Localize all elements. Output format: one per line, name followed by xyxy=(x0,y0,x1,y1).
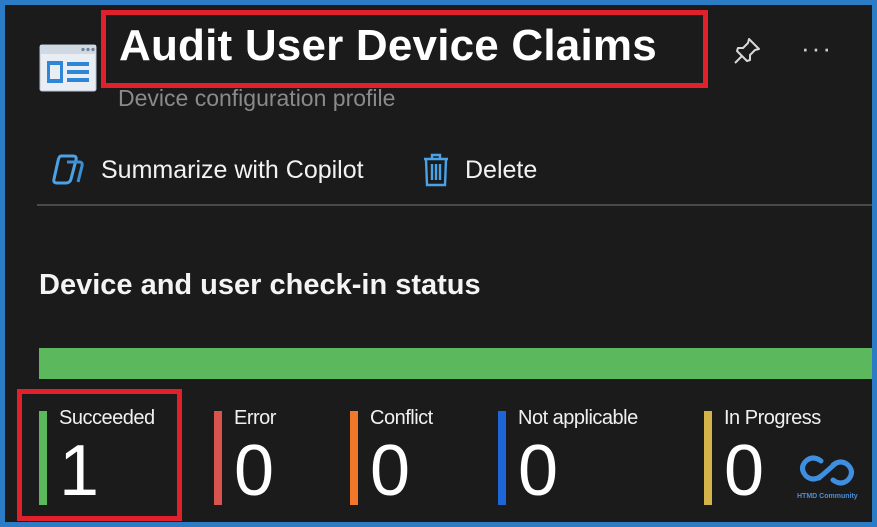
status-label: Conflict xyxy=(370,407,433,429)
status-color-stripe xyxy=(350,411,358,505)
trash-icon xyxy=(424,153,448,187)
watermark-text: HTMD Community xyxy=(797,493,858,500)
status-color-stripe xyxy=(704,411,712,505)
status-count: 0 xyxy=(518,431,559,511)
status-label: In Progress xyxy=(724,407,821,429)
profile-window-icon xyxy=(39,44,97,92)
status-count: 0 xyxy=(724,431,765,511)
pin-icon[interactable] xyxy=(729,33,765,69)
profile-panel: Audit User Device Claims ··· Device conf… xyxy=(5,5,872,522)
more-options-icon[interactable]: ··· xyxy=(801,33,833,64)
page-title: Audit User Device Claims xyxy=(119,21,657,70)
toolbar-divider xyxy=(37,204,872,206)
status-color-stripe xyxy=(214,411,222,505)
delete-button-label: Delete xyxy=(465,155,538,184)
status-label: Error xyxy=(234,407,276,429)
copilot-button-label: Summarize with Copilot xyxy=(101,155,364,184)
status-label: Not applicable xyxy=(518,407,638,429)
check-in-status-bar xyxy=(39,348,872,379)
htmd-watermark: HTMD Community xyxy=(795,451,865,511)
htmd-logo-icon xyxy=(800,455,854,486)
copilot-icon xyxy=(52,154,84,185)
summarize-with-copilot-button[interactable]: Summarize with Copilot xyxy=(49,148,364,192)
status-count: 0 xyxy=(370,431,411,511)
status-count: 0 xyxy=(234,431,275,511)
check-in-status-heading: Device and user check-in status xyxy=(39,269,481,301)
succeeded-highlight-box xyxy=(17,389,182,521)
status-color-stripe xyxy=(498,411,506,505)
page-subtitle: Device configuration profile xyxy=(118,85,396,111)
delete-button[interactable]: Delete xyxy=(421,148,537,192)
